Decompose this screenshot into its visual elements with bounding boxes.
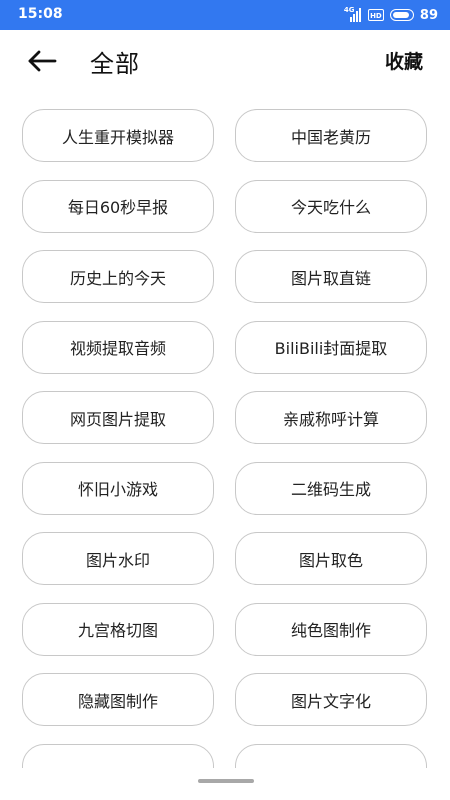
- tool-grid: 人生重开模拟器 中国老黄历 每日60秒早报 今天吃什么 历史上的今天 图片取直链 视频提取音…: [22, 109, 428, 768]
- battery-percent: 89: [419, 7, 438, 23]
- status-time: 15:08: [18, 6, 63, 22]
- tool-button[interactable]: 亲戚称呼计算: [235, 391, 427, 444]
- tool-button[interactable]: 人生重开模拟器: [22, 109, 214, 162]
- tool-button[interactable]: 每日60秒早报: [22, 179, 214, 233]
- header: 全部 收藏: [0, 30, 450, 92]
- tool-button[interactable]: 图片文字化: [235, 673, 427, 726]
- tool-button[interactable]: 九宫格切图: [22, 602, 214, 656]
- tool-button[interactable]: 今天吃什么: [235, 179, 427, 233]
- status-icons: 4G HD 89: [343, 6, 438, 23]
- tool-button[interactable]: 中国老黄历: [235, 109, 427, 162]
- tool-button[interactable]: 网页图片提取: [22, 391, 214, 444]
- status-bar: 15:08 4G HD 89: [0, 0, 450, 30]
- tool-button[interactable]: 图片水印: [22, 532, 214, 585]
- tool-button[interactable]: [235, 743, 427, 768]
- battery-icon: [389, 9, 414, 21]
- favorites-button[interactable]: 收藏: [385, 47, 423, 74]
- home-indicator[interactable]: [198, 779, 254, 783]
- back-button[interactable]: [22, 44, 62, 78]
- tool-list[interactable]: 人生重开模拟器 中国老黄历 每日60秒早报 今天吃什么 历史上的今天 图片取直链 视频提取音…: [0, 92, 450, 768]
- tool-button[interactable]: 纯色图制作: [235, 602, 427, 656]
- network-type-label: 4G: [343, 6, 355, 14]
- arrow-left-icon: [28, 50, 57, 72]
- tool-button[interactable]: 视频提取音频: [22, 320, 214, 374]
- tool-button[interactable]: 二维码生成: [235, 461, 427, 515]
- tool-button[interactable]: BiliBili封面提取: [235, 320, 427, 374]
- hd-voice-icon: HD: [367, 9, 384, 21]
- page-title: 全部: [90, 50, 140, 78]
- tool-button[interactable]: 怀旧小游戏: [22, 461, 214, 515]
- tool-button[interactable]: 历史上的今天: [22, 250, 214, 303]
- tool-button[interactable]: 图片取色: [235, 532, 427, 585]
- tool-button[interactable]: [22, 743, 214, 768]
- tool-button[interactable]: 隐藏图制作: [22, 673, 214, 726]
- tool-button[interactable]: 图片取直链: [235, 250, 427, 303]
- signal-icon: 4G: [343, 6, 362, 22]
